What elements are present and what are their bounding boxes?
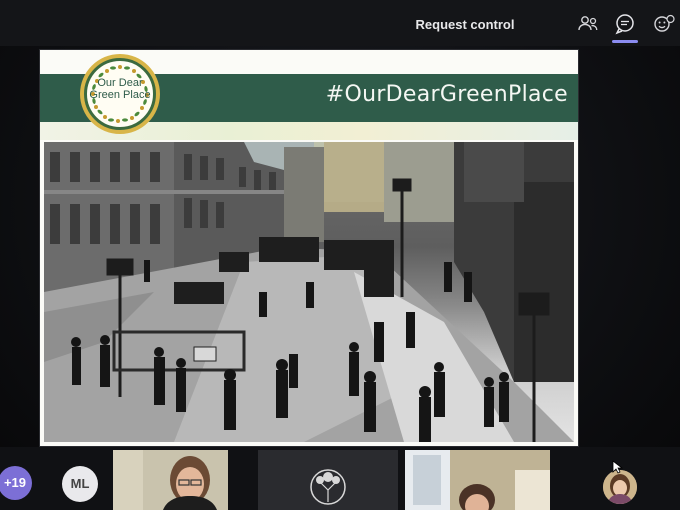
historic-street-photo (44, 142, 574, 442)
participant-video-tile[interactable] (113, 450, 228, 510)
meeting-toolbar: Request control (0, 0, 680, 46)
people-icon[interactable] (575, 11, 601, 37)
shared-presentation-slide: #OurDearGreenPlace Our Dear Green Place (40, 50, 578, 446)
organisation-video-tile[interactable] (258, 450, 398, 510)
participant-video-tile-2[interactable] (405, 450, 550, 510)
request-control-button[interactable]: Request control (410, 12, 520, 38)
slide-hashtag: #OurDearGreenPlace (325, 82, 568, 107)
mouse-cursor-icon (612, 460, 624, 474)
reactions-icon[interactable] (651, 11, 677, 37)
meeting-window: Request control #OurDearGreenPlace Our D… (0, 0, 680, 510)
participant-avatar-ml[interactable]: ML (62, 466, 98, 502)
chat-icon[interactable] (612, 11, 638, 37)
logo-text: Our Dear Green Place (89, 77, 151, 101)
chat-active-indicator (612, 40, 638, 43)
self-avatar[interactable] (603, 470, 637, 504)
our-dear-green-place-logo: Our Dear Green Place (84, 58, 156, 130)
